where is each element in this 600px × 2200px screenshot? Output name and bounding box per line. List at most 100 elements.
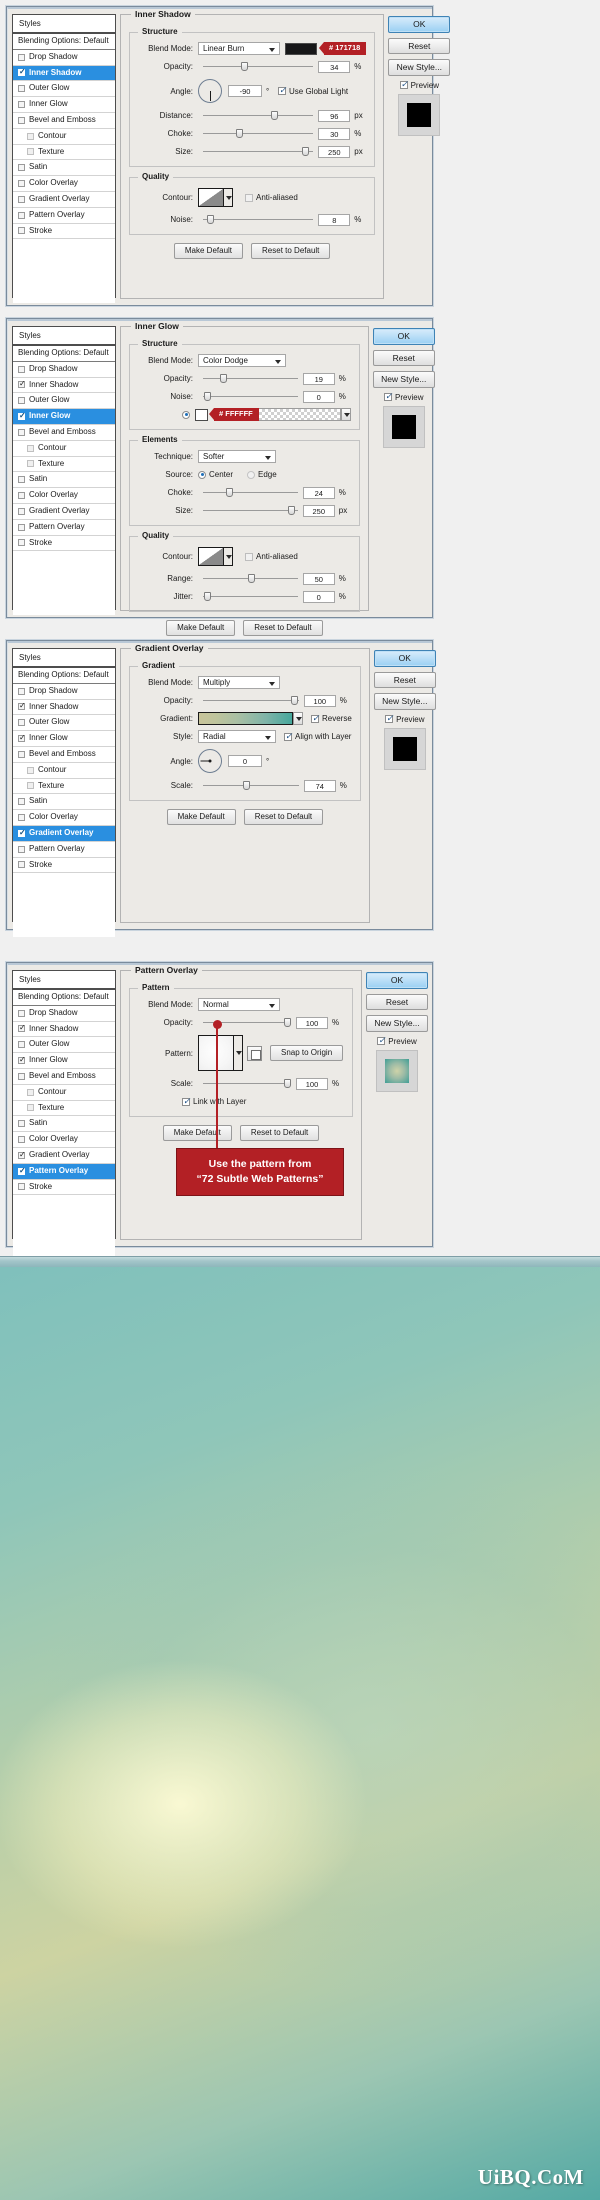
source-center-radio[interactable]: Center xyxy=(198,470,233,479)
gradient-dropdown-icon[interactable] xyxy=(293,712,303,725)
sidebar-item-stroke[interactable]: Stroke xyxy=(13,536,115,552)
checkbox-contour[interactable] xyxy=(27,1089,34,1096)
checkbox-drop-shadow[interactable] xyxy=(18,688,25,695)
choke-value[interactable]: 30 xyxy=(318,128,350,140)
checkbox-stroke[interactable] xyxy=(18,1183,25,1190)
pattern-dropdown-icon[interactable] xyxy=(234,1035,243,1071)
checkbox-pattern-overlay[interactable] xyxy=(18,524,25,531)
jitter-value[interactable]: 0 xyxy=(303,591,335,603)
sidebar-item-blending-options[interactable]: Blending Options: Default xyxy=(13,990,115,1006)
checkbox-satin[interactable] xyxy=(18,1120,25,1127)
range-value[interactable]: 50 xyxy=(303,573,335,585)
checkbox-satin[interactable] xyxy=(18,164,25,171)
sidebar-item-bevel-and-emboss[interactable]: Bevel and Emboss xyxy=(13,1069,115,1085)
opacity-slider[interactable] xyxy=(203,60,313,73)
technique-select[interactable]: Softer xyxy=(198,450,276,463)
checkbox-color-overlay[interactable] xyxy=(18,180,25,187)
noise-value[interactable]: 0 xyxy=(303,391,335,403)
checkbox-inner-shadow[interactable] xyxy=(18,69,25,76)
sidebar-item-drop-shadow[interactable]: Drop Shadow xyxy=(13,1006,115,1022)
checkbox-stroke[interactable] xyxy=(18,861,25,868)
styles-list-box-3[interactable]: Styles Blending Options: Default Drop Sh… xyxy=(12,648,116,922)
sidebar-item-color-overlay[interactable]: Color Overlay xyxy=(13,488,115,504)
checkbox-bevel-and-emboss[interactable] xyxy=(18,751,25,758)
opacity-slider[interactable] xyxy=(203,694,299,707)
checkbox-pattern-overlay[interactable] xyxy=(18,1168,25,1175)
checkbox-gradient-overlay[interactable] xyxy=(18,830,25,837)
checkbox-gradient-overlay[interactable] xyxy=(18,196,25,203)
sidebar-item-gradient-overlay[interactable]: Gradient Overlay xyxy=(13,192,115,208)
contour-preview[interactable] xyxy=(198,188,224,207)
sidebar-item-satin[interactable]: Satin xyxy=(13,794,115,810)
ok-button[interactable]: OK xyxy=(388,16,450,33)
sidebar-item-drop-shadow[interactable]: Drop Shadow xyxy=(13,50,115,66)
sidebar-item-inner-glow[interactable]: Inner Glow xyxy=(13,97,115,113)
sidebar-item-contour[interactable]: Contour xyxy=(13,1085,115,1101)
checkbox-contour[interactable] xyxy=(27,445,34,452)
ok-button[interactable]: OK xyxy=(366,972,428,989)
gradient-preview-bar[interactable] xyxy=(198,712,293,725)
gradient-checker-preview[interactable] xyxy=(259,408,341,421)
glow-color-radio[interactable] xyxy=(182,411,190,419)
sidebar-item-contour[interactable]: Contour xyxy=(13,763,115,779)
make-default-button[interactable]: Make Default xyxy=(174,243,243,259)
checkbox-gradient-overlay[interactable] xyxy=(18,508,25,515)
noise-slider[interactable] xyxy=(203,213,313,226)
checkbox-bevel-and-emboss[interactable] xyxy=(18,117,25,124)
choke-slider[interactable] xyxy=(203,127,313,140)
checkbox-contour[interactable] xyxy=(27,133,34,140)
checkbox-texture[interactable] xyxy=(27,148,34,155)
sidebar-item-satin[interactable]: Satin xyxy=(13,1116,115,1132)
new-style-button[interactable]: New Style... xyxy=(373,371,435,388)
blend-mode-select[interactable]: Linear Burn xyxy=(198,42,280,55)
layer-style-dialog-inner-glow[interactable]: Styles Blending Options: Default Drop Sh… xyxy=(6,318,433,618)
size-slider[interactable] xyxy=(203,504,298,517)
reset-to-default-button[interactable]: Reset to Default xyxy=(243,620,322,636)
choke-value[interactable]: 24 xyxy=(303,487,335,499)
sidebar-item-blending-options[interactable]: Blending Options: Default xyxy=(13,34,115,50)
checkbox-pattern-overlay[interactable] xyxy=(18,212,25,219)
sidebar-item-color-overlay[interactable]: Color Overlay xyxy=(13,176,115,192)
size-value[interactable]: 250 xyxy=(303,505,335,517)
make-default-button[interactable]: Make Default xyxy=(166,620,235,636)
sidebar-item-texture[interactable]: Texture xyxy=(13,779,115,795)
preview-checkbox[interactable]: Preview xyxy=(373,393,435,402)
sidebar-item-texture[interactable]: Texture xyxy=(13,145,115,161)
align-with-layer-checkbox[interactable]: Align with Layer xyxy=(284,732,351,741)
sidebar-item-color-overlay[interactable]: Color Overlay xyxy=(13,810,115,826)
contour-dropdown-icon[interactable] xyxy=(224,547,233,566)
contour-dropdown-icon[interactable] xyxy=(224,188,233,207)
angle-value[interactable]: -90 xyxy=(228,85,262,97)
sidebar-item-inner-glow[interactable]: Inner Glow xyxy=(13,1053,115,1069)
sidebar-item-gradient-overlay[interactable]: Gradient Overlay xyxy=(13,826,115,842)
jitter-slider[interactable] xyxy=(203,590,298,603)
sidebar-item-inner-shadow[interactable]: Inner Shadow xyxy=(13,66,115,82)
sidebar-item-pattern-overlay[interactable]: Pattern Overlay xyxy=(13,520,115,536)
ok-button[interactable]: OK xyxy=(374,650,436,667)
reset-button[interactable]: Reset xyxy=(374,672,436,689)
sidebar-item-drop-shadow[interactable]: Drop Shadow xyxy=(13,362,115,378)
angle-value[interactable]: 0 xyxy=(228,755,262,767)
sidebar-item-blending-options[interactable]: Blending Options: Default xyxy=(13,346,115,362)
angle-dial[interactable] xyxy=(198,749,222,773)
sidebar-item-pattern-overlay[interactable]: Pattern Overlay xyxy=(13,208,115,224)
checkbox-outer-glow[interactable] xyxy=(18,1041,25,1048)
checkbox-inner-shadow[interactable] xyxy=(18,381,25,388)
glow-gradient-dropdown-icon[interactable] xyxy=(341,408,351,421)
distance-value[interactable]: 96 xyxy=(318,110,350,122)
sidebar-item-stroke[interactable]: Stroke xyxy=(13,1180,115,1196)
new-style-button[interactable]: New Style... xyxy=(374,693,436,710)
checkbox-contour[interactable] xyxy=(27,767,34,774)
snap-to-origin-button[interactable]: Snap to Origin xyxy=(270,1045,343,1061)
reverse-checkbox[interactable]: Reverse xyxy=(311,714,352,723)
scale-value[interactable]: 74 xyxy=(304,780,336,792)
choke-slider[interactable] xyxy=(203,486,298,499)
make-default-button[interactable]: Make Default xyxy=(167,809,236,825)
checkbox-pattern-overlay[interactable] xyxy=(18,846,25,853)
preview-checkbox[interactable]: Preview xyxy=(366,1037,428,1046)
sidebar-item-contour[interactable]: Contour xyxy=(13,129,115,145)
sidebar-item-bevel-and-emboss[interactable]: Bevel and Emboss xyxy=(13,425,115,441)
sidebar-item-stroke[interactable]: Stroke xyxy=(13,858,115,874)
styles-list-box[interactable]: Styles Blending Options: Default Drop Sh… xyxy=(12,14,116,298)
sidebar-item-inner-shadow[interactable]: Inner Shadow xyxy=(13,378,115,394)
